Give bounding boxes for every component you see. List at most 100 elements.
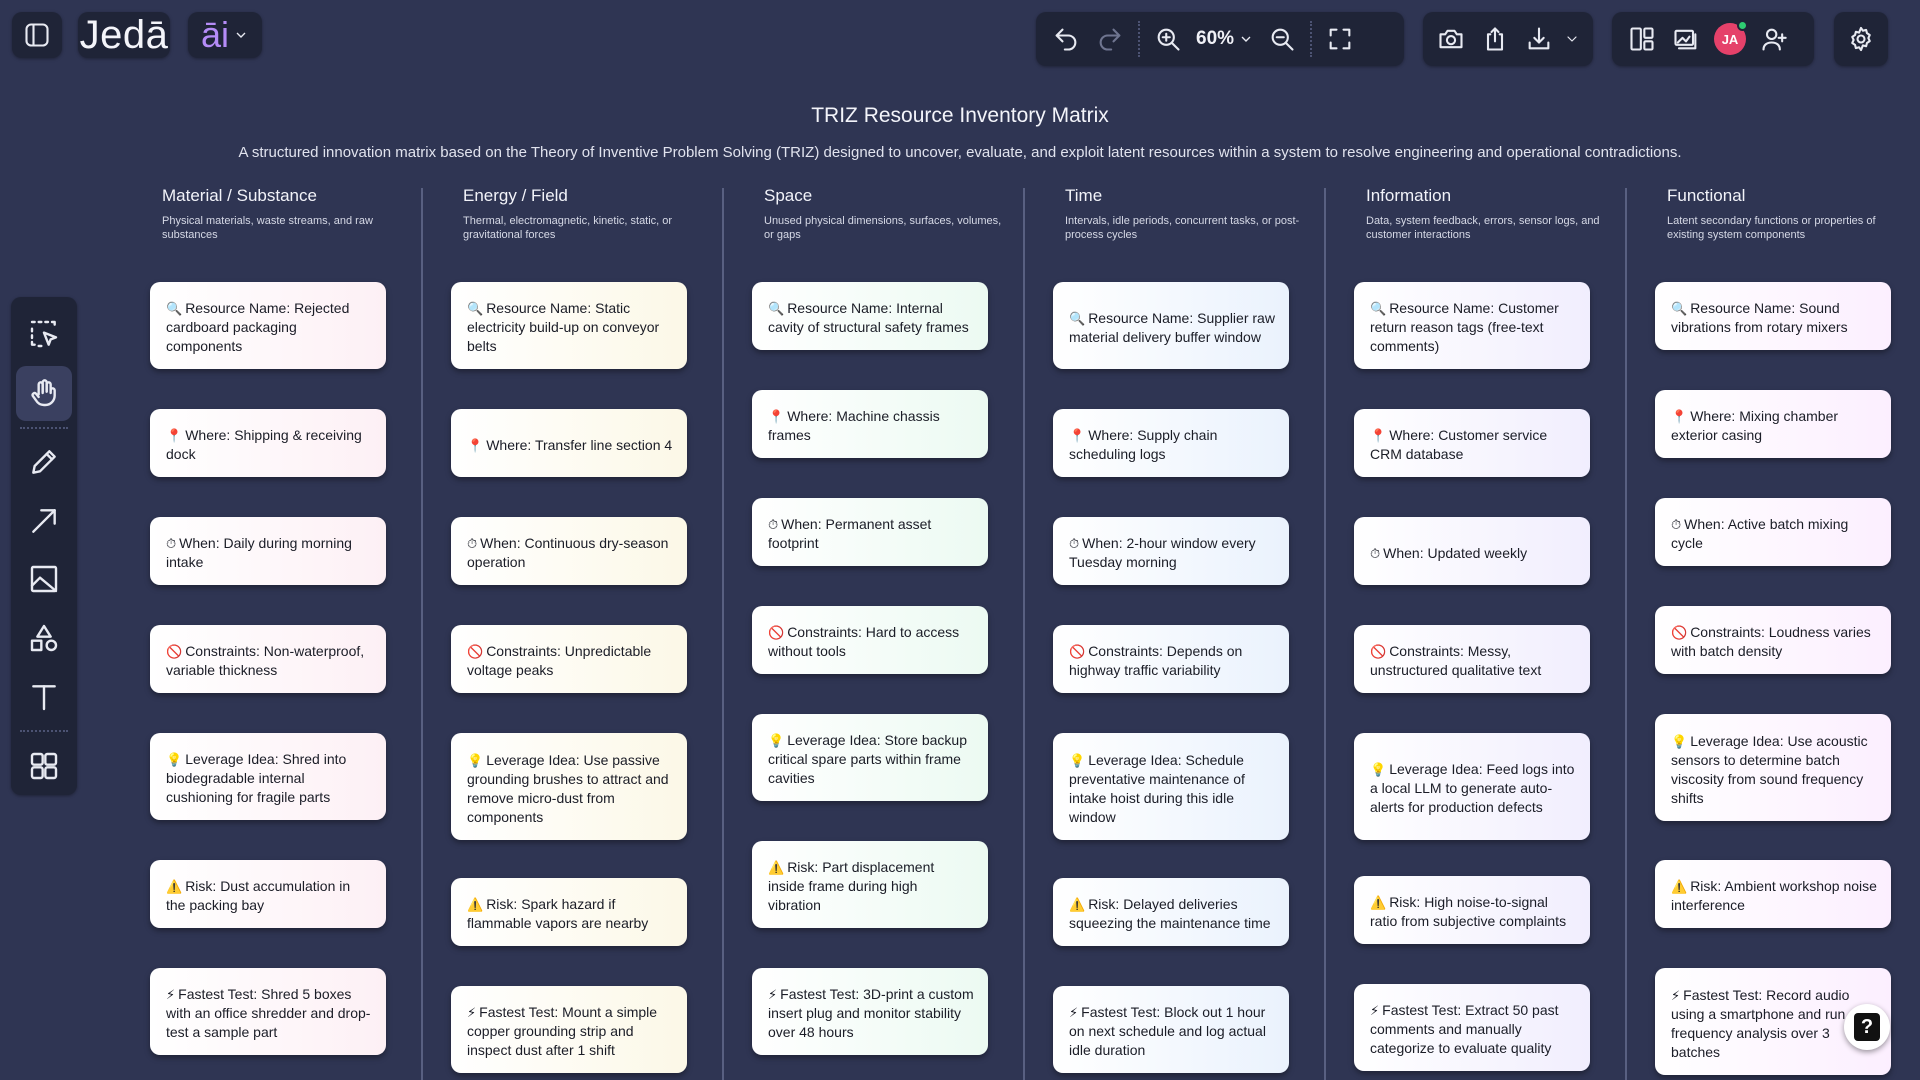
zoom-level-dropdown[interactable]: 60% [1190, 28, 1260, 50]
card-text: Where: Transfer line section 4 [486, 436, 673, 453]
card-when[interactable]: ⏱ When: 2-hour window every Tuesday morni… [1053, 517, 1289, 585]
card-resource-name[interactable]: 🔍 Resource Name: Customer return reason t… [1354, 282, 1590, 369]
card-text: Resource Name: Customer return reason ta… [1370, 300, 1559, 354]
card-text: Leverage Idea: Schedule preventative mai… [1069, 751, 1245, 825]
card-when[interactable]: ⏱ When: Active batch mixing cycle [1655, 498, 1891, 566]
card-constraints[interactable]: 🚫 Constraints: Loudness varies with batch… [1655, 606, 1891, 674]
download-button[interactable] [1517, 17, 1561, 61]
card-leverage-idea[interactable]: 💡 Leverage Idea: Schedule preventative ma… [1053, 733, 1289, 840]
magnifier-icon: 🔍 [768, 301, 785, 316]
card-risk[interactable]: ⚠️ Risk: Ambient workshop noise interfere… [1655, 860, 1891, 928]
sidebar-toggle-button[interactable] [12, 12, 62, 58]
hand-tool[interactable] [16, 365, 72, 421]
layout-panel-button[interactable] [1620, 17, 1664, 61]
download-options-button[interactable] [1561, 17, 1583, 61]
redo-button[interactable] [1088, 17, 1132, 61]
card-fastest-test[interactable]: ⚡ Fastest Test: Extract 50 past comments … [1354, 984, 1590, 1071]
column-time: Time Intervals, idle periods, concurrent… [1051, 186, 1353, 1080]
brand-logo[interactable]: Jedā [78, 12, 170, 58]
image-tool[interactable] [16, 552, 72, 607]
card-fastest-test[interactable]: ⚡ Fastest Test: Mount a simple copper gro… [451, 986, 687, 1073]
card-text: Risk: Dust accumulation in the packing b… [166, 878, 351, 913]
zoom-out-button[interactable] [1260, 17, 1304, 61]
sidebar-panel-icon [15, 13, 59, 57]
share-upload-button[interactable] [1473, 17, 1517, 61]
column-energy-field: Energy / Field Thermal, electromagnetic,… [449, 186, 751, 1080]
card-when[interactable]: ⏱ When: Permanent asset footprint [752, 498, 988, 566]
card-where[interactable]: 📍 Where: Shipping & receiving dock [150, 409, 386, 477]
lightbulb-icon: 💡 [1069, 752, 1086, 768]
card-fastest-test[interactable]: ⚡ Fastest Test: Block out 1 hour on next … [1053, 986, 1289, 1073]
card-text: Constraints: Hard to access without tool… [768, 624, 960, 659]
pin-icon: 📍 [1671, 409, 1688, 424]
card-leverage-idea[interactable]: 💡 Leverage Idea: Use passive grounding br… [451, 733, 687, 840]
card-text: Resource Name: Internal cavity of struct… [768, 300, 969, 335]
add-user-button[interactable] [1752, 17, 1796, 61]
card-text: Constraints: Loudness varies with batch … [1671, 624, 1871, 659]
card-where[interactable]: 📍 Where: Supply chain scheduling logs [1053, 409, 1289, 477]
timer-icon: ⏱ [1671, 517, 1682, 532]
card-text: Fastest Test: 3D-print a custom insert p… [768, 986, 974, 1040]
settings-button[interactable] [1834, 12, 1888, 66]
text-tool[interactable] [16, 670, 72, 725]
card-text: Resource Name: Sound vibrations from rot… [1671, 300, 1848, 335]
arrow-tool[interactable] [16, 493, 72, 548]
lightning-icon: ⚡ [1370, 1003, 1380, 1018]
card-leverage-idea[interactable]: 💡 Leverage Idea: Shred into biodegradable… [150, 733, 386, 820]
help-button[interactable]: ? [1844, 1004, 1890, 1050]
card-where[interactable]: 📍 Where: Mixing chamber exterior casing [1655, 390, 1891, 458]
select-tool[interactable] [16, 307, 72, 362]
card-text: When: 2-hour window every Tuesday mornin… [1069, 535, 1256, 570]
card-when[interactable]: ⏱ When: Daily during morning intake [150, 517, 386, 585]
card-resource-name[interactable]: 🔍 Resource Name: Supplier raw material de… [1053, 282, 1289, 369]
card-constraints[interactable]: 🚫 Constraints: Messy, unstructured qualit… [1354, 625, 1590, 693]
lightbulb-icon: 💡 [768, 733, 785, 748]
screenshot-button[interactable] [1429, 17, 1473, 61]
card-text: Fastest Test: Block out 1 hour on next s… [1069, 1004, 1266, 1058]
card-when[interactable]: ⏱ When: Updated weekly [1354, 517, 1590, 585]
grid-icon [30, 752, 58, 779]
lightning-icon: ⚡ [1069, 1005, 1079, 1020]
card-leverage-idea[interactable]: 💡 Leverage Idea: Use acoustic sensors to … [1655, 714, 1891, 821]
card-when[interactable]: ⏱ When: Continuous dry-season operation [451, 517, 687, 585]
card-fastest-test[interactable]: ⚡ Fastest Test: Shred 5 boxes with an off… [150, 968, 386, 1055]
card-resource-name[interactable]: 🔍 Resource Name: Rejected cardboard packa… [150, 282, 386, 369]
download-icon [1528, 27, 1550, 50]
presentation-button[interactable] [1664, 17, 1708, 61]
card-resource-name[interactable]: 🔍 Resource Name: Static electricity build… [451, 282, 687, 369]
lightning-icon: ⚡ [166, 987, 176, 1002]
undo-button[interactable] [1044, 17, 1088, 61]
card-fastest-test[interactable]: ⚡ Fastest Test: 3D-print a custom insert … [752, 968, 988, 1055]
user-avatar[interactable]: JA [1714, 20, 1748, 55]
card-leverage-idea[interactable]: 💡 Leverage Idea: Feed logs into a local L… [1354, 733, 1590, 840]
card-constraints[interactable]: 🚫 Constraints: Hard to access without too… [752, 606, 988, 674]
collaboration-toolbar: JA [1612, 12, 1814, 66]
card-resource-name[interactable]: 🔍 Resource Name: Internal cavity of struc… [752, 282, 988, 350]
zoom-in-button[interactable] [1146, 17, 1190, 61]
prohibited-icon: 🚫 [1069, 644, 1086, 659]
card-where[interactable]: 📍 Where: Transfer line section 4 [451, 409, 687, 477]
card-risk[interactable]: ⚠️ Risk: Dust accumulation in the packing… [150, 860, 386, 928]
card-text: Where: Customer service CRM database [1370, 427, 1548, 462]
card-constraints[interactable]: 🚫 Constraints: Non-waterproof, variable t… [150, 625, 386, 693]
card-risk[interactable]: ⚠️ Risk: Part displacement inside frame d… [752, 841, 988, 928]
card-constraints[interactable]: 🚫 Constraints: Unpredictable voltage peak… [451, 625, 687, 693]
card-constraints[interactable]: 🚫 Constraints: Depends on highway traffic… [1053, 625, 1289, 693]
pencil-icon [32, 450, 56, 474]
column-title: Energy / Field [463, 186, 568, 205]
card-where[interactable]: 📍 Where: Customer service CRM database [1354, 409, 1590, 477]
pen-tool[interactable] [16, 435, 72, 490]
avatar-initials: JA [1721, 31, 1739, 47]
card-resource-name[interactable]: 🔍 Resource Name: Sound vibrations from ro… [1655, 282, 1891, 350]
card-leverage-idea[interactable]: 💡 Leverage Idea: Store backup critical sp… [752, 714, 988, 801]
card-risk[interactable]: ⚠️ Risk: Delayed deliveries squeezing the… [1053, 878, 1289, 946]
card-risk[interactable]: ⚠️ Risk: Spark hazard if flammable vapors… [451, 878, 687, 946]
ai-menu-button[interactable]: āi [188, 12, 262, 58]
online-status-dot [1737, 20, 1748, 31]
pin-icon: 📍 [1069, 428, 1086, 443]
templates-tool[interactable] [16, 738, 72, 793]
fit-to-screen-button[interactable] [1318, 17, 1362, 61]
card-risk[interactable]: ⚠️ Risk: High noise-to-signal ratio from … [1354, 876, 1590, 944]
card-where[interactable]: 📍 Where: Machine chassis frames [752, 390, 988, 458]
shapes-tool[interactable] [16, 611, 72, 666]
